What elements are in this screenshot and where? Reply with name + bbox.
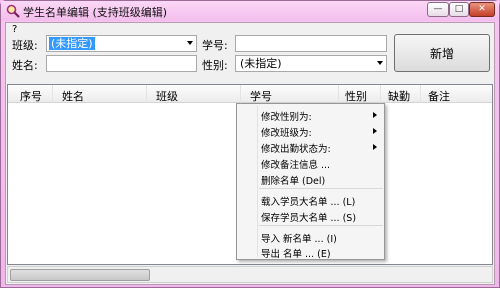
help-mark[interactable]: ? <box>12 24 17 35</box>
column-header[interactable]: 备注 <box>428 88 450 104</box>
column-header[interactable]: 学号 <box>250 88 272 104</box>
close-button[interactable]: ✕ <box>469 2 495 17</box>
menu-item-set-gender[interactable]: 修改性别为: <box>261 109 312 123</box>
chevron-right-icon <box>373 112 377 118</box>
menu-separator <box>259 225 383 226</box>
name-input[interactable] <box>46 55 197 72</box>
app-window: 学生名单编辑 (支持班级编辑) — □ ✕ ? 班级: (未指定) 学号: 姓名… <box>0 0 500 288</box>
chevron-right-icon <box>373 128 377 134</box>
menu-item-import[interactable]: 导入 新名单 ... (I) <box>261 231 337 245</box>
class-select[interactable]: (未指定) <box>46 35 197 52</box>
horizontal-scrollbar[interactable] <box>7 266 493 283</box>
column-divider[interactable] <box>380 85 381 103</box>
column-divider[interactable] <box>240 85 241 103</box>
menu-item-load-roster[interactable]: 载入学员大名单 ... (L) <box>261 194 355 208</box>
class-label: 班级: <box>12 39 38 52</box>
column-header[interactable]: 姓名 <box>62 88 84 104</box>
menu-gutter <box>257 106 258 257</box>
column-header[interactable]: 缺勤 <box>388 88 410 104</box>
gender-select-value: (未指定) <box>240 57 282 70</box>
maximize-button[interactable]: □ <box>449 2 469 17</box>
column-divider[interactable] <box>338 85 339 103</box>
name-label: 姓名: <box>12 59 38 72</box>
column-header[interactable]: 班级 <box>156 88 178 104</box>
add-button[interactable]: 新增 <box>394 34 490 72</box>
gender-select[interactable]: (未指定) <box>235 55 387 72</box>
window-title: 学生名单编辑 (支持班级编辑) <box>23 6 168 19</box>
scrollbar-thumb[interactable] <box>10 269 150 281</box>
student-no-input[interactable] <box>235 35 387 52</box>
gender-label: 性别: <box>202 59 228 72</box>
student-no-label: 学号: <box>202 39 228 52</box>
class-select-value: (未指定) <box>49 37 95 50</box>
menu-item-save-roster[interactable]: 保存学员大名单 ... (S) <box>261 210 356 224</box>
chevron-down-icon <box>377 61 383 65</box>
column-divider[interactable] <box>146 85 147 103</box>
magnifier-icon <box>6 4 20 18</box>
menu-item-export[interactable]: 导出 名单 ... (E) <box>261 246 331 260</box>
column-divider[interactable] <box>52 85 53 103</box>
column-header[interactable]: 性别 <box>345 88 367 104</box>
menu-separator <box>259 188 383 189</box>
minimize-button[interactable]: — <box>427 2 449 17</box>
menu-item-set-class[interactable]: 修改班级为: <box>261 125 312 139</box>
column-divider[interactable] <box>420 85 421 103</box>
menu-item-delete[interactable]: 删除名单 (Del) <box>261 173 325 187</box>
chevron-right-icon <box>373 144 377 150</box>
table-header: 序号 姓名 班级 学号 性别 缺勤 备注 <box>8 85 492 103</box>
chevron-down-icon <box>187 41 193 45</box>
column-header[interactable]: 序号 <box>20 88 42 104</box>
context-menu: 修改性别为: 修改班级为: 修改出勤状态为: 修改备注信息 ... 删除名单 (… <box>236 103 385 260</box>
menu-item-edit-note[interactable]: 修改备注信息 ... <box>261 157 330 171</box>
menu-item-set-attendance[interactable]: 修改出勤状态为: <box>261 141 331 155</box>
title-bar[interactable]: 学生名单编辑 (支持班级编辑) — □ ✕ <box>1 1 499 21</box>
